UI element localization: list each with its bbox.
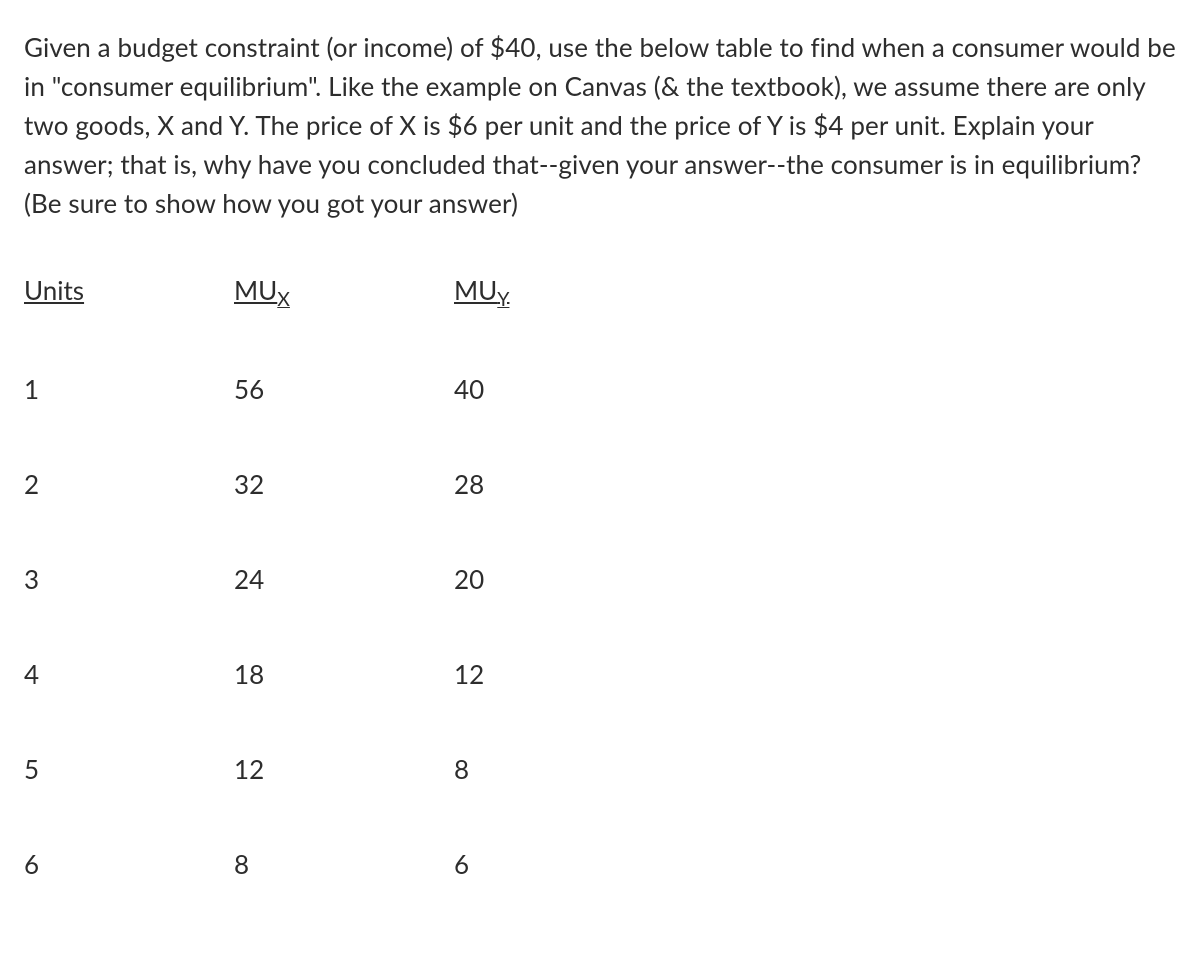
table-cell: 3 xyxy=(24,560,234,599)
table-cell: 4 xyxy=(24,655,234,694)
table-cell: 18 xyxy=(234,655,454,694)
table-cell: 56 xyxy=(234,370,454,409)
table-cell: 32 xyxy=(234,465,454,504)
header-muy-prefix: MU xyxy=(454,274,497,306)
table-cell: 8 xyxy=(454,750,674,789)
table-cell: 6 xyxy=(24,845,234,884)
header-mux-sub: X xyxy=(277,288,290,311)
table-cell: 20 xyxy=(454,560,674,599)
table-cell: 24 xyxy=(234,560,454,599)
question-text: Given a budget constraint (or income) of… xyxy=(24,28,1176,223)
header-units: Units xyxy=(24,271,234,314)
header-mux-prefix: MU xyxy=(234,274,277,306)
utility-table: Units MUX MUY 1 56 40 2 32 28 3 24 20 4 … xyxy=(24,271,1176,884)
table-cell: 1 xyxy=(24,370,234,409)
table-cell: 2 xyxy=(24,465,234,504)
header-muy-sub: Y xyxy=(497,288,509,311)
table-cell: 12 xyxy=(454,655,674,694)
table-cell: 12 xyxy=(234,750,454,789)
header-mux: MUX xyxy=(234,271,454,314)
table-cell: 40 xyxy=(454,370,674,409)
table-cell: 6 xyxy=(454,845,674,884)
table-cell: 8 xyxy=(234,845,454,884)
table-cell: 5 xyxy=(24,750,234,789)
table-cell: 28 xyxy=(454,465,674,504)
header-muy: MUY xyxy=(454,271,674,314)
